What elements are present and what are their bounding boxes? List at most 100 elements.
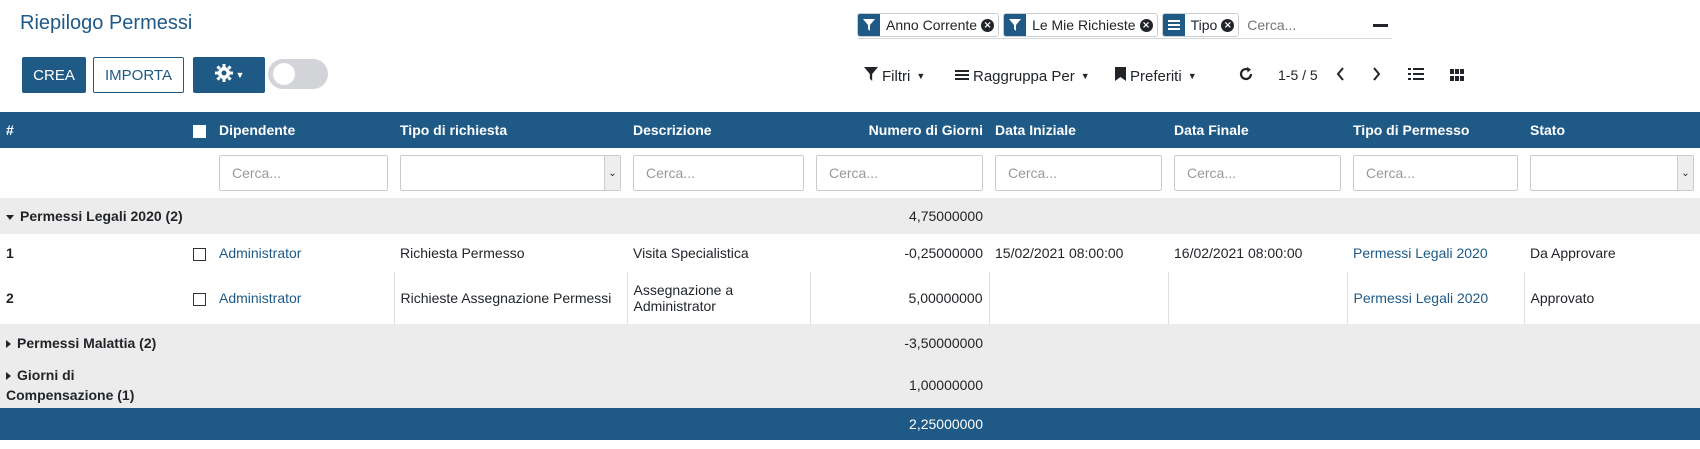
grand-total: 2,25000000 [909,416,983,432]
kanban-view-button[interactable] [1450,63,1464,89]
filter-icon [864,67,878,85]
refresh-icon [1238,66,1254,86]
list-view-button[interactable] [1408,63,1424,89]
gear-icon [214,63,234,87]
leave-table: # Dipendente Tipo di richiesta Descrizio… [0,112,1700,440]
caret-right-icon [6,372,11,381]
facet-label: Tipo [1190,17,1218,33]
request-type-cell: Richieste Assegnazione Permessi [393,272,627,324]
filters-dropdown[interactable]: Filtri ▼ [864,63,925,89]
group-name: Giorni di Compensazione (1) [6,367,135,403]
start-date-filter-input[interactable]: Cerca... [995,155,1162,191]
group-row[interactable]: Giorni di Compensazione (1) 1,00000000 [0,362,1700,408]
toggle-switch[interactable] [268,59,328,89]
table-row[interactable]: 2 Administrator Richieste Assegnazione P… [0,272,1700,324]
end-date-filter-input[interactable]: Cerca... [1174,155,1341,191]
filter-icon [858,14,880,36]
facet-label: Le Mie Richieste [1032,17,1136,33]
list-icon [955,68,969,85]
table-header: # Dipendente Tipo di richiesta Descrizio… [0,112,1700,148]
group-row[interactable]: Permessi Legali 2020 (2) 4,75000000 [0,198,1700,234]
caret-right-icon [6,340,11,349]
create-button[interactable]: CREA [22,57,86,93]
select-all-checkbox[interactable] [187,112,213,148]
employee-link[interactable]: Administrator [219,290,301,306]
description-cell: Visita Specialistica [633,245,749,261]
request-type-filter-select[interactable]: ⌄ [400,155,621,191]
column-header-status[interactable]: Stato [1524,112,1700,148]
end-date-cell [1167,272,1347,324]
employee-link[interactable]: Administrator [219,245,301,261]
search-underline [857,38,1392,39]
days-filter-input[interactable]: Cerca... [816,155,983,191]
group-total: 4,75000000 [909,208,983,224]
group-total: 1,00000000 [909,377,983,393]
bookmark-icon [1115,67,1126,85]
column-header-description[interactable]: Descrizione [627,112,810,148]
leave-type-filter-input[interactable]: Cerca... [1353,155,1518,191]
previous-page-button[interactable] [1335,63,1345,89]
group-row[interactable]: Permessi Malattia (2) -3,50000000 [0,324,1700,362]
chevron-right-icon [1372,66,1382,86]
next-page-button[interactable] [1372,63,1382,89]
status-filter-select[interactable]: ⌄ [1530,155,1694,191]
group-total: -3,50000000 [904,335,983,351]
import-button[interactable]: IMPORTA [93,57,184,93]
chevron-down-icon: ⌄ [1677,156,1693,190]
request-type-cell: Richiesta Permesso [400,245,525,261]
employee-filter-input[interactable]: Cerca... [219,155,388,191]
group-by-dropdown[interactable]: Raggruppa Per ▼ [955,63,1090,89]
days-cell: -0,25000000 [904,245,983,261]
leave-type-link[interactable]: Permessi Legali 2020 [1354,290,1489,306]
days-cell: 5,00000000 [809,272,989,324]
close-icon[interactable]: × [1139,14,1157,36]
search-clear-icon[interactable] [1373,24,1388,27]
chevron-down-icon: ▼ [235,70,245,80]
group-by-label: Raggruppa Per [973,67,1075,85]
favorites-label: Preferiti [1130,67,1182,85]
filter-icon [1004,14,1027,36]
facet-label: Anno Corrente [886,17,978,33]
close-icon[interactable]: × [1221,14,1238,36]
row-checkbox[interactable] [193,292,206,306]
column-header-end-date[interactable]: Data Finale [1168,112,1347,148]
start-date-cell: 15/02/2021 08:00:00 [995,245,1124,261]
column-header-request-type[interactable]: Tipo di richiesta [394,112,627,148]
settings-button[interactable]: ▼ [193,57,265,93]
status-cell: Approvato [1523,272,1700,324]
pager-value[interactable]: 1-5 / 5 [1278,67,1318,83]
list-view-icon [1408,67,1424,85]
facet-tipo[interactable]: Tipo × [1161,13,1240,37]
row-number: 1 [6,245,14,261]
facet-anno-corrente[interactable]: Anno Corrente × [857,13,1000,37]
close-icon[interactable]: × [981,14,998,36]
end-date-cell: 16/02/2021 08:00:00 [1174,245,1303,261]
description-filter-input[interactable]: Cerca... [633,155,804,191]
description-cell: Assegnazione a Administrator [626,272,810,324]
chevron-down-icon: ▼ [1080,71,1090,81]
group-name: Permessi Malattia (2) [17,335,157,351]
table-row[interactable]: 1 Administrator Richiesta Permesso Visit… [0,234,1700,272]
filters-label: Filtri [882,67,911,85]
row-checkbox[interactable] [193,247,206,261]
refresh-button[interactable] [1238,63,1254,89]
caret-down-icon [6,214,14,220]
leave-type-link[interactable]: Permessi Legali 2020 [1353,245,1488,261]
column-header-start-date[interactable]: Data Iniziale [989,112,1168,148]
chevron-down-icon: ▼ [916,71,926,81]
search-input[interactable] [1243,13,1364,37]
column-header-employee[interactable]: Dipendente [213,112,394,148]
list-icon [1162,14,1185,36]
row-number: 2 [6,290,14,306]
chevron-down-icon: ▼ [1187,71,1197,81]
column-header-leave-type[interactable]: Tipo di Permesso [1347,112,1524,148]
filter-row: Cerca... ⌄ Cerca... Cerca... Cerca... Ce… [0,148,1700,198]
grid-icon [1450,68,1464,85]
search-bar[interactable]: Anno Corrente × Le Mie Richieste × Tipo … [857,13,1364,37]
chevron-left-icon [1335,66,1345,86]
column-header-number[interactable]: # [0,112,187,148]
table-footer: 2,25000000 [0,408,1700,440]
column-header-days[interactable]: Numero di Giorni [810,112,989,148]
favorites-dropdown[interactable]: Preferiti ▼ [1115,63,1197,89]
facet-mie-richieste[interactable]: Le Mie Richieste × [1003,13,1158,37]
